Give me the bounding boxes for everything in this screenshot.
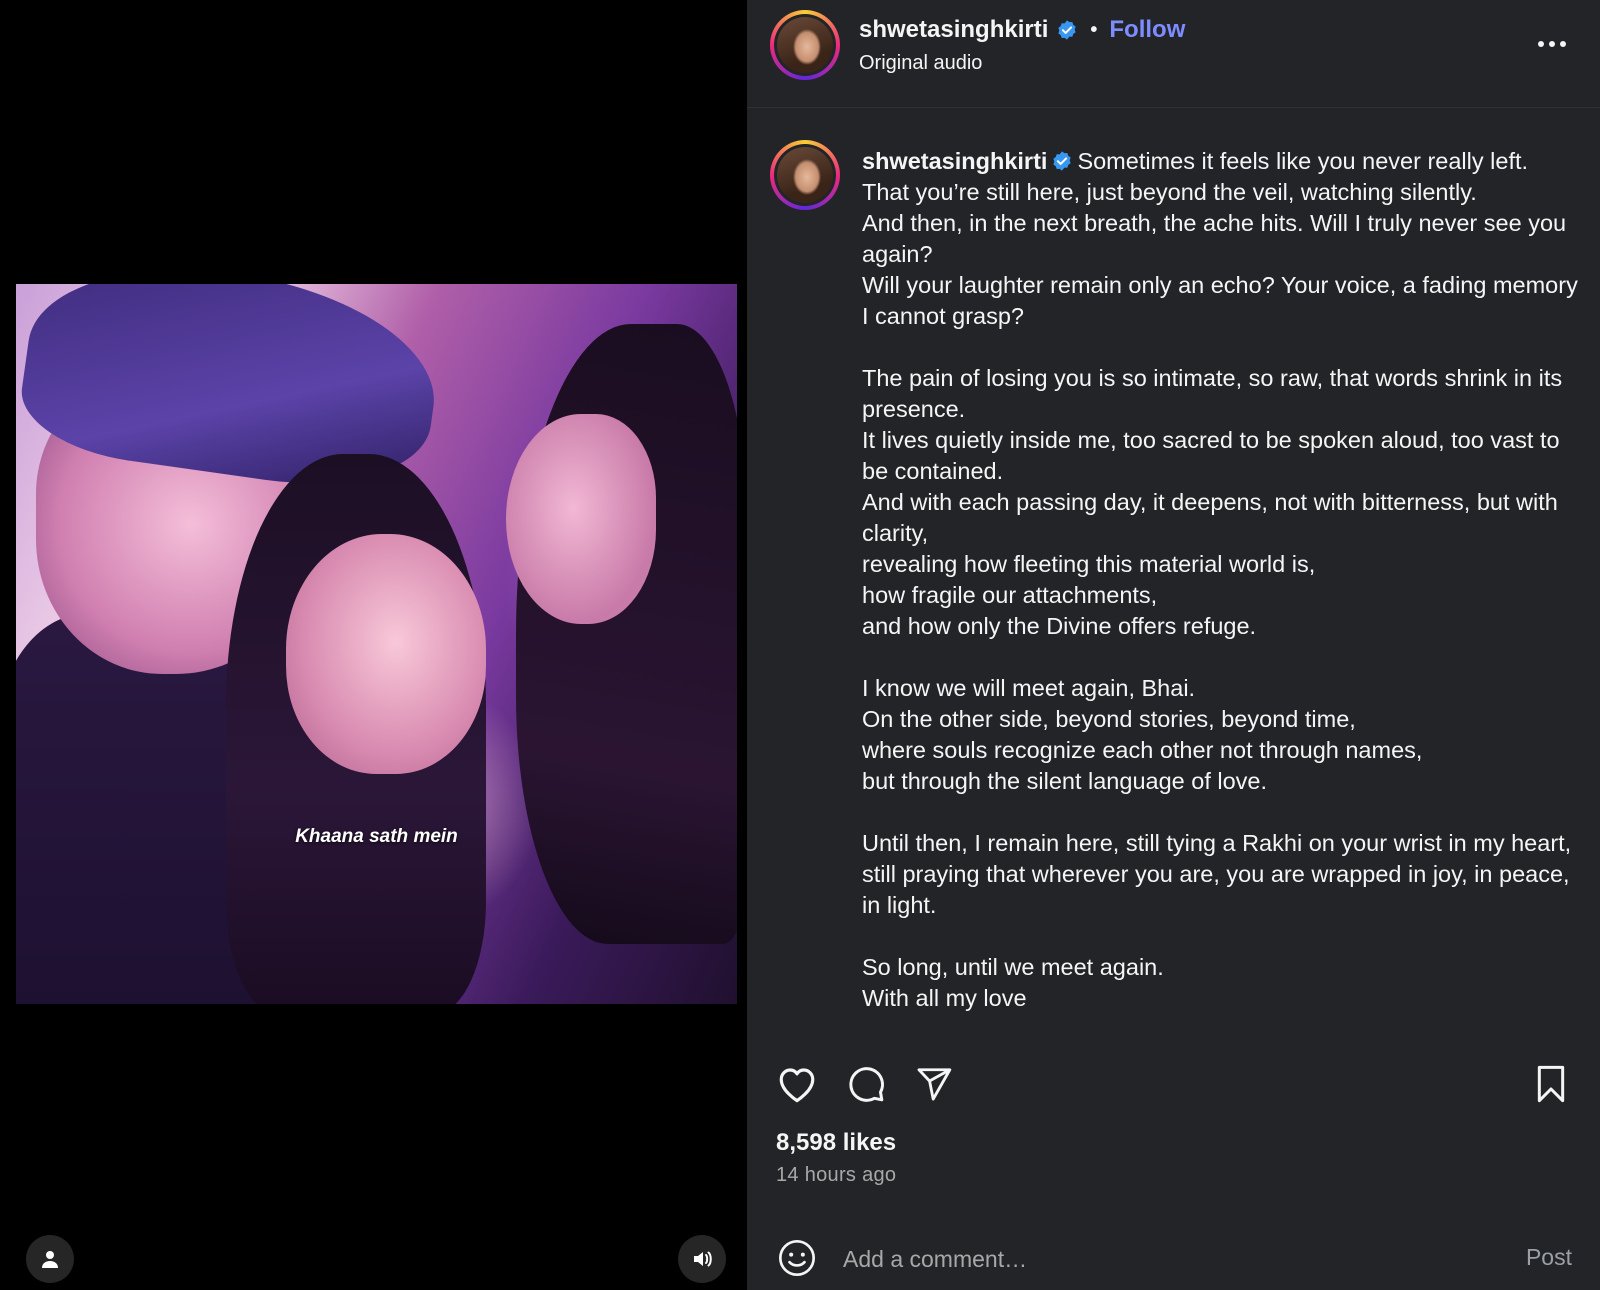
author-username[interactable]: shwetasinghkirti	[859, 16, 1048, 44]
like-count[interactable]: 8,598 likes	[776, 1129, 896, 1157]
share-button[interactable]	[910, 1060, 958, 1108]
like-button[interactable]	[773, 1060, 821, 1108]
comment-button[interactable]	[842, 1060, 890, 1108]
verified-badge-icon	[1053, 151, 1072, 171]
caption-author-avatar[interactable]	[770, 140, 840, 210]
save-button[interactable]	[1527, 1060, 1575, 1108]
follow-button[interactable]: Follow	[1109, 16, 1185, 44]
comment-input[interactable]	[843, 1242, 1483, 1276]
person-icon	[42, 1251, 58, 1268]
emoji-button[interactable]	[773, 1234, 821, 1282]
post-photo[interactable]: Khaana sath mein	[16, 284, 737, 1004]
more-options-button[interactable]	[1534, 30, 1570, 58]
comment-icon	[849, 1067, 884, 1102]
post-header: shwetasinghkirti • Follow Original audio	[747, 0, 1600, 108]
post-comment-button[interactable]: Post	[1526, 1244, 1572, 1271]
more-horizontal-icon	[1538, 41, 1566, 47]
post-viewer: Khaana sath mein shwetasinghkirti • Foll…	[0, 0, 1600, 1290]
caption-scroll-area[interactable]: shwetasinghkirti Sometimes it feels like …	[747, 108, 1600, 1034]
speaker-icon	[694, 1251, 712, 1267]
video-text-overlay: Khaana sath mein	[295, 826, 458, 847]
emoji-icon	[779, 1240, 815, 1276]
send-icon	[917, 1068, 952, 1101]
post-details-panel: shwetasinghkirti • Follow Original audio	[747, 0, 1600, 1290]
heart-icon	[779, 1068, 815, 1103]
author-avatar[interactable]	[770, 10, 840, 80]
tagged-users-button[interactable]	[26, 1235, 74, 1283]
caption-body: Sometimes it feels like you never really…	[862, 148, 1578, 1011]
audio-label[interactable]: Original audio	[859, 52, 982, 75]
separator-dot: •	[1090, 18, 1098, 41]
comment-composer: Post	[747, 1230, 1600, 1290]
post-timestamp[interactable]: 14 hours ago	[776, 1164, 896, 1187]
sound-toggle-button[interactable]	[678, 1235, 726, 1283]
media-pane[interactable]: Khaana sath mein	[0, 0, 747, 1290]
verified-badge-icon	[1058, 20, 1076, 40]
post-caption: shwetasinghkirti Sometimes it feels like …	[862, 146, 1580, 1014]
bookmark-icon	[1537, 1065, 1565, 1103]
caption-username[interactable]: shwetasinghkirti	[862, 148, 1047, 174]
action-bar: 8,598 likes 14 hours ago	[747, 1036, 1600, 1236]
